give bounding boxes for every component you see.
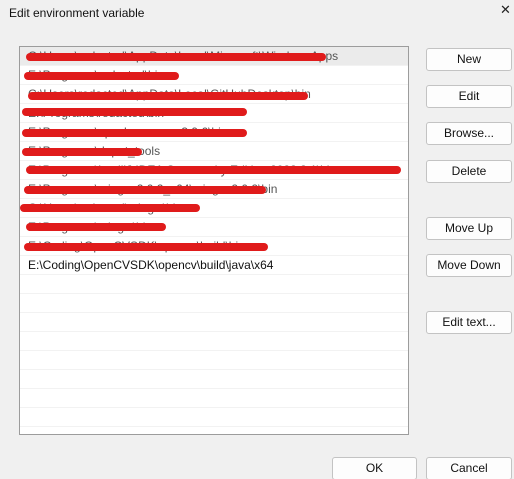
- list-item[interactable]: E:\Programs\redacted\bin: [20, 66, 408, 85]
- list-item[interactable]: E:\Coding\OpenCVSDK\opencv\build\bin: [20, 237, 408, 256]
- list-item[interactable]: E:\Coding\OpenCVSDK\opencv\build\java\x6…: [20, 256, 408, 275]
- close-icon[interactable]: ✕: [500, 2, 514, 18]
- path-list[interactable]: C:\Users\redacted\AppData\Local\Microsof…: [19, 46, 409, 435]
- list-item[interactable]: E:\Programs\IntelliJ IDEA Community Edit…: [20, 161, 408, 180]
- edit-text-button[interactable]: Edit text...: [426, 311, 512, 334]
- delete-button[interactable]: Delete: [426, 160, 512, 183]
- list-item[interactable]: [20, 275, 408, 294]
- redaction-mark: [22, 108, 247, 116]
- redaction-mark: [24, 243, 268, 251]
- browse-button[interactable]: Browse...: [426, 122, 512, 145]
- list-item[interactable]: C:\Users\redacted\AppData\Local\Microsof…: [20, 47, 408, 66]
- list-item-text: E:\Coding\OpenCVSDK\opencv\build\java\x6…: [28, 258, 274, 272]
- list-item[interactable]: [20, 313, 408, 332]
- window-title: Edit environment variable: [9, 6, 145, 20]
- list-item[interactable]: E:\Programs\mingw-2.0.2_x64\mingw-2.0.2\…: [20, 180, 408, 199]
- list-item[interactable]: [20, 294, 408, 313]
- cancel-button[interactable]: Cancel: [426, 457, 512, 479]
- list-item[interactable]: C:\Users\redacted\AppData\Local\GitHubDe…: [20, 85, 408, 104]
- list-item[interactable]: E:\Programs\redacted\bin: [20, 104, 408, 123]
- redaction-mark: [24, 186, 266, 194]
- redaction-mark: [26, 223, 166, 231]
- redaction-mark: [22, 129, 247, 137]
- edit-environment-variable-dialog: Edit environment variable ✕ C:\Users\red…: [0, 0, 514, 479]
- list-item[interactable]: [20, 427, 408, 434]
- list-item[interactable]: [20, 408, 408, 427]
- list-item[interactable]: [20, 332, 408, 351]
- move-up-button[interactable]: Move Up: [426, 217, 512, 240]
- move-down-button[interactable]: Move Down: [426, 254, 512, 277]
- new-button[interactable]: New: [426, 48, 512, 71]
- list-item[interactable]: [20, 389, 408, 408]
- list-item[interactable]: E:\Programs\mingw\bin: [20, 218, 408, 237]
- list-item[interactable]: [20, 351, 408, 370]
- redaction-mark: [28, 92, 308, 100]
- redaction-mark: [26, 53, 326, 61]
- redaction-mark: [22, 148, 142, 156]
- list-item[interactable]: E:\Programs\apache-maven-3.9.6\bin: [20, 123, 408, 142]
- list-item[interactable]: C:\Users\redacted\mingw\bin: [20, 199, 408, 218]
- redaction-mark: [26, 166, 401, 174]
- list-item[interactable]: E:\Programs\depot_tools: [20, 142, 408, 161]
- edit-button[interactable]: Edit: [426, 85, 512, 108]
- redaction-mark: [20, 204, 200, 212]
- redaction-mark: [24, 72, 179, 80]
- list-item[interactable]: [20, 370, 408, 389]
- ok-button[interactable]: OK: [332, 457, 417, 479]
